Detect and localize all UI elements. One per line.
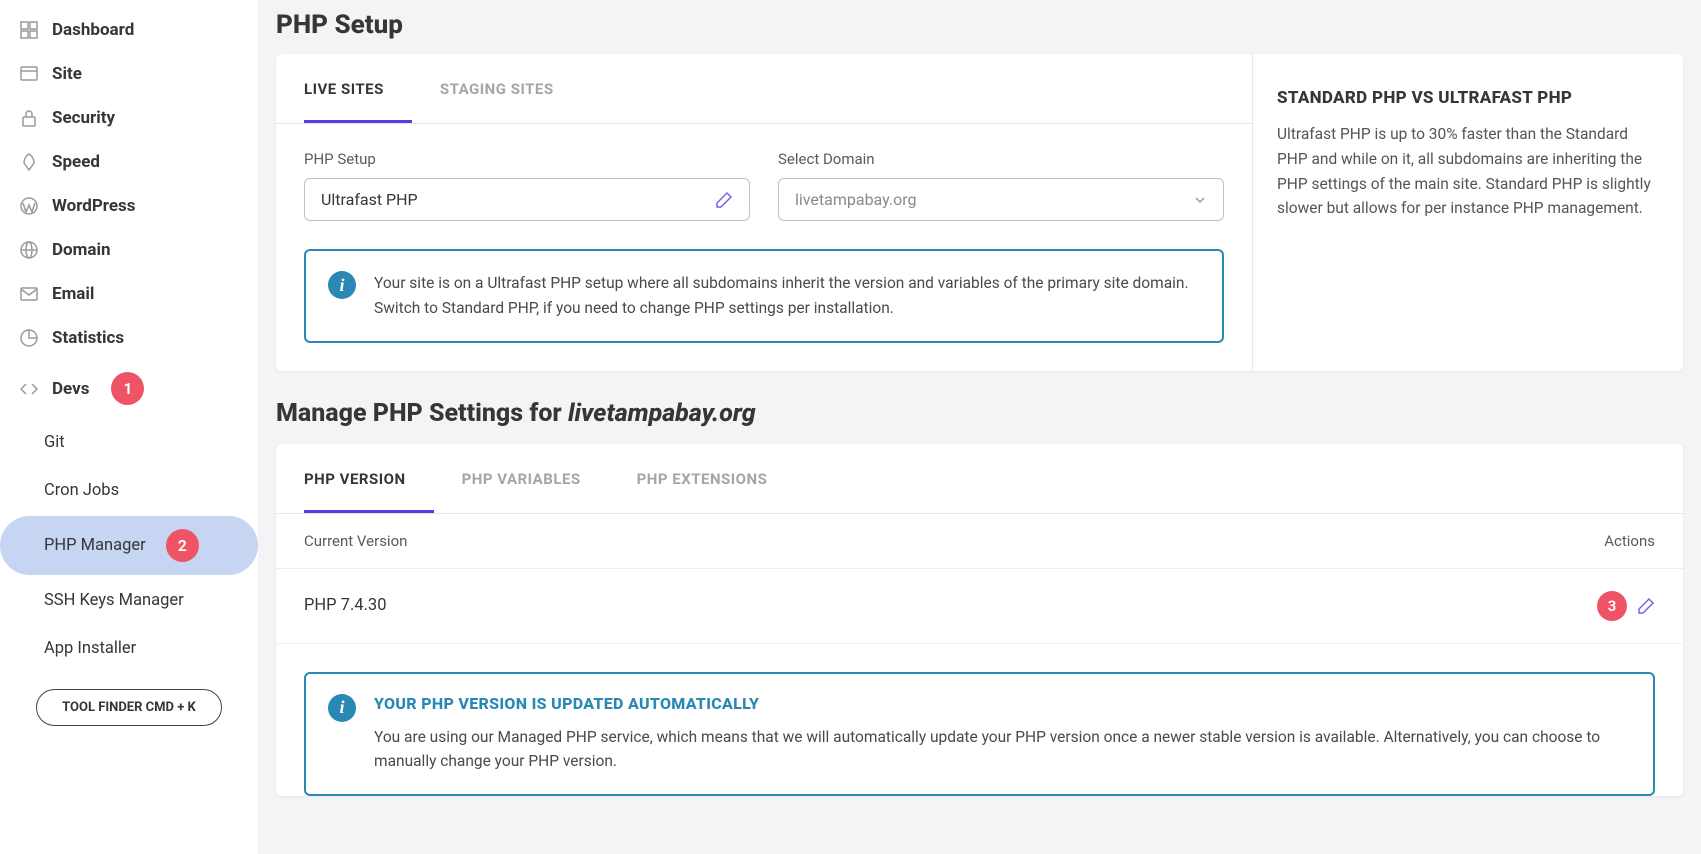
- sidebar-item-wordpress[interactable]: WordPress: [0, 184, 258, 228]
- manage-info-title: YOUR PHP VERSION IS UPDATED AUTOMATICALL…: [374, 694, 1631, 713]
- sidebar-subitem-php-manager[interactable]: PHP Manager 2: [0, 516, 258, 575]
- dashboard-icon: [20, 21, 38, 39]
- php-setup-select[interactable]: Ultrafast PHP: [304, 178, 750, 221]
- code-icon: [20, 380, 38, 398]
- sidebar-item-speed[interactable]: Speed: [0, 140, 258, 184]
- sidebar-item-statistics[interactable]: Statistics: [0, 316, 258, 360]
- tab-staging-sites[interactable]: STAGING SITES: [440, 54, 582, 123]
- sidebar-item-label: Domain: [52, 240, 111, 260]
- aside-body: Ultrafast PHP is up to 30% faster than t…: [1277, 122, 1659, 221]
- table-header: Current Version Actions: [276, 514, 1683, 569]
- tab-php-variables[interactable]: PHP VARIABLES: [462, 444, 609, 513]
- lock-icon: [20, 109, 38, 127]
- sidebar-item-domain[interactable]: Domain: [0, 228, 258, 272]
- php-version-value: PHP 7.4.30: [304, 596, 386, 615]
- sidebar-subitem-label: PHP Manager: [44, 536, 146, 555]
- info-icon: i: [328, 271, 356, 299]
- manage-panel: PHP VERSION PHP VARIABLES PHP EXTENSIONS…: [276, 444, 1683, 797]
- sidebar-item-label: Dashboard: [52, 20, 134, 40]
- manage-info-box: i YOUR PHP VERSION IS UPDATED AUTOMATICA…: [304, 672, 1655, 797]
- sidebar-item-label: Devs: [52, 379, 89, 399]
- pencil-icon: [715, 191, 733, 209]
- domain-label: Select Domain: [778, 150, 1224, 168]
- chart-icon: [20, 329, 38, 347]
- step-badge-1: 1: [111, 372, 144, 405]
- tab-php-extensions[interactable]: PHP EXTENSIONS: [637, 444, 796, 513]
- sidebar-subitem-label: App Installer: [44, 639, 136, 658]
- sidebar-item-security[interactable]: Security: [0, 96, 258, 140]
- wordpress-icon: [20, 197, 38, 215]
- sidebar-item-label: Statistics: [52, 328, 124, 348]
- sidebar-subitem-git[interactable]: Git: [0, 420, 258, 465]
- sidebar-subitem-label: Git: [44, 433, 65, 452]
- sidebar-item-email[interactable]: Email: [0, 272, 258, 316]
- setup-info-box: i Your site is on a Ultrafast PHP setup …: [304, 249, 1224, 343]
- main-content: PHP Setup LIVE SITES STAGING SITES PHP S…: [258, 0, 1701, 854]
- aside-panel: STANDARD PHP VS ULTRAFAST PHP Ultrafast …: [1253, 54, 1683, 371]
- manage-info-body: You are using our Managed PHP service, w…: [374, 725, 1631, 775]
- tool-finder-button[interactable]: TOOL FINDER CMD + K: [36, 689, 222, 726]
- site-tabs: LIVE SITES STAGING SITES: [276, 54, 1252, 124]
- sidebar-item-label: Speed: [52, 152, 100, 172]
- manage-tabs: PHP VERSION PHP VARIABLES PHP EXTENSIONS: [276, 444, 1683, 514]
- chevron-down-icon: [1193, 193, 1207, 207]
- mail-icon: [20, 285, 38, 303]
- manage-section-title: Manage PHP Settings for livetampabay.org: [276, 399, 1683, 428]
- setup-info-text: Your site is on a Ultrafast PHP setup wh…: [374, 271, 1200, 321]
- step-badge-2: 2: [166, 529, 199, 562]
- info-icon: i: [328, 694, 356, 722]
- php-setup-label: PHP Setup: [304, 150, 750, 168]
- sidebar-item-devs[interactable]: Devs 1: [0, 360, 258, 417]
- col-version: Current Version: [304, 532, 407, 550]
- sidebar-subitem-app-installer[interactable]: App Installer: [0, 626, 258, 671]
- sidebar-item-label: WordPress: [52, 196, 136, 216]
- domain-value: livetampabay.org: [795, 190, 916, 209]
- sidebar-item-site[interactable]: Site: [0, 52, 258, 96]
- col-actions: Actions: [1604, 532, 1655, 550]
- rocket-icon: [20, 153, 38, 171]
- sidebar-item-label: Email: [52, 284, 94, 304]
- sidebar-subitem-ssh[interactable]: SSH Keys Manager: [0, 578, 258, 623]
- page-title: PHP Setup: [276, 10, 1683, 40]
- table-row: PHP 7.4.30 3: [276, 569, 1683, 644]
- domain-select[interactable]: livetampabay.org: [778, 178, 1224, 221]
- sidebar-item-label: Security: [52, 108, 115, 128]
- sidebar-subitem-label: Cron Jobs: [44, 481, 119, 500]
- aside-title: STANDARD PHP VS ULTRAFAST PHP: [1277, 88, 1659, 108]
- step-badge-3: 3: [1597, 591, 1627, 621]
- pencil-icon: [1637, 597, 1655, 615]
- edit-version-button[interactable]: 3: [1597, 591, 1655, 621]
- sidebar: Dashboard Site Security Speed WordPress: [0, 0, 258, 854]
- sidebar-item-dashboard[interactable]: Dashboard: [0, 8, 258, 52]
- tab-live-sites[interactable]: LIVE SITES: [304, 54, 412, 123]
- site-icon: [20, 65, 38, 83]
- sidebar-item-label: Site: [52, 64, 82, 84]
- sidebar-subitem-label: SSH Keys Manager: [44, 591, 184, 610]
- tab-php-version[interactable]: PHP VERSION: [304, 444, 434, 513]
- php-setup-panel: LIVE SITES STAGING SITES PHP Setup Ultra…: [276, 54, 1252, 371]
- php-setup-value: Ultrafast PHP: [321, 190, 418, 209]
- sidebar-subitem-cron[interactable]: Cron Jobs: [0, 468, 258, 513]
- globe-icon: [20, 241, 38, 259]
